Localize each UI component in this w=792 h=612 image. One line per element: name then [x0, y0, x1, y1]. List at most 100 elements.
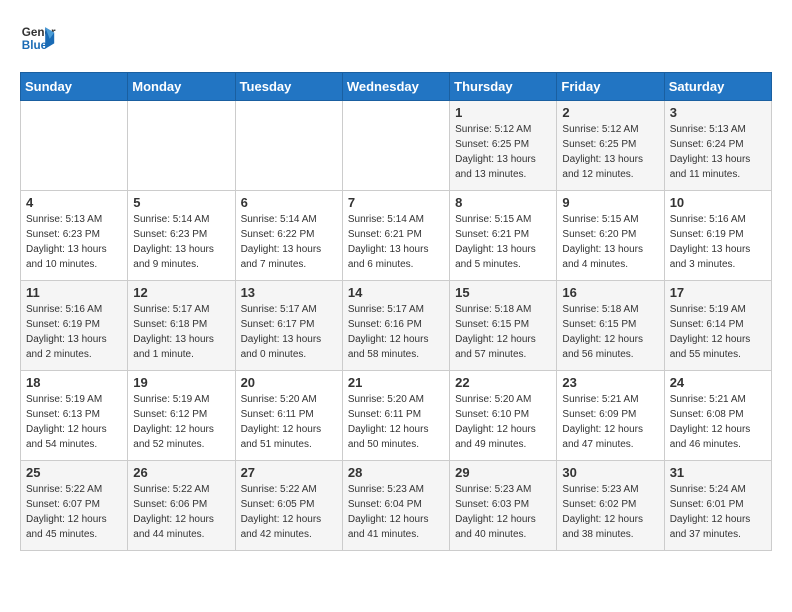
day-number: 20	[241, 375, 337, 390]
day-number: 23	[562, 375, 658, 390]
day-number: 12	[133, 285, 229, 300]
day-info: Sunrise: 5:20 AM Sunset: 6:10 PM Dayligh…	[455, 392, 551, 452]
day-number: 13	[241, 285, 337, 300]
day-number: 22	[455, 375, 551, 390]
day-info: Sunrise: 5:16 AM Sunset: 6:19 PM Dayligh…	[670, 212, 766, 272]
day-number: 17	[670, 285, 766, 300]
day-number: 4	[26, 195, 122, 210]
calendar-cell: 22 Sunrise: 5:20 AM Sunset: 6:10 PM Dayli…	[450, 371, 557, 461]
day-info: Sunrise: 5:17 AM Sunset: 6:16 PM Dayligh…	[348, 302, 444, 362]
day-info: Sunrise: 5:21 AM Sunset: 6:09 PM Dayligh…	[562, 392, 658, 452]
day-info: Sunrise: 5:19 AM Sunset: 6:12 PM Dayligh…	[133, 392, 229, 452]
day-info: Sunrise: 5:19 AM Sunset: 6:13 PM Dayligh…	[26, 392, 122, 452]
day-number: 15	[455, 285, 551, 300]
calendar-cell: 31 Sunrise: 5:24 AM Sunset: 6:01 PM Dayli…	[664, 461, 771, 551]
day-number: 25	[26, 465, 122, 480]
day-info: Sunrise: 5:20 AM Sunset: 6:11 PM Dayligh…	[348, 392, 444, 452]
calendar-cell: 9 Sunrise: 5:15 AM Sunset: 6:20 PM Daylig…	[557, 191, 664, 281]
calendar-cell: 27 Sunrise: 5:22 AM Sunset: 6:05 PM Dayli…	[235, 461, 342, 551]
calendar-cell: 4 Sunrise: 5:13 AM Sunset: 6:23 PM Daylig…	[21, 191, 128, 281]
day-info: Sunrise: 5:20 AM Sunset: 6:11 PM Dayligh…	[241, 392, 337, 452]
day-number: 2	[562, 105, 658, 120]
day-info: Sunrise: 5:16 AM Sunset: 6:19 PM Dayligh…	[26, 302, 122, 362]
calendar-week-row: 1Sunrise: 5:12 AM Sunset: 6:25 PM Daylig…	[21, 101, 772, 191]
calendar-cell: 30Sunrise: 5:23 AM Sunset: 6:02 PM Dayli…	[557, 461, 664, 551]
calendar-cell: 25 Sunrise: 5:22 AM Sunset: 6:07 PM Dayli…	[21, 461, 128, 551]
day-number: 8	[455, 195, 551, 210]
day-number: 26	[133, 465, 229, 480]
day-number: 10	[670, 195, 766, 210]
page-header: General Blue	[20, 20, 772, 56]
day-info: Sunrise: 5:22 AM Sunset: 6:05 PM Dayligh…	[241, 482, 337, 542]
calendar-cell	[235, 101, 342, 191]
day-info: Sunrise: 5:19 AM Sunset: 6:14 PM Dayligh…	[670, 302, 766, 362]
day-info: Sunrise: 5:14 AM Sunset: 6:22 PM Dayligh…	[241, 212, 337, 272]
day-info: Sunrise: 5:15 AM Sunset: 6:21 PM Dayligh…	[455, 212, 551, 272]
day-number: 27	[241, 465, 337, 480]
weekday-header-row: SundayMondayTuesdayWednesdayThursdayFrid…	[21, 73, 772, 101]
calendar-cell: 3 Sunrise: 5:13 AM Sunset: 6:24 PM Daylig…	[664, 101, 771, 191]
calendar-cell: 29 Sunrise: 5:23 AM Sunset: 6:03 PM Dayli…	[450, 461, 557, 551]
day-info: Sunrise: 5:15 AM Sunset: 6:20 PM Dayligh…	[562, 212, 658, 272]
day-info: Sunrise: 5:22 AM Sunset: 6:06 PM Dayligh…	[133, 482, 229, 542]
day-info: Sunrise: 5:12 AM Sunset: 6:25 PM Dayligh…	[562, 122, 658, 182]
calendar-cell: 28Sunrise: 5:23 AM Sunset: 6:04 PM Dayli…	[342, 461, 449, 551]
weekday-header-wednesday: Wednesday	[342, 73, 449, 101]
day-info: Sunrise: 5:17 AM Sunset: 6:18 PM Dayligh…	[133, 302, 229, 362]
day-number: 9	[562, 195, 658, 210]
day-number: 16	[562, 285, 658, 300]
calendar-week-row: 18 Sunrise: 5:19 AM Sunset: 6:13 PM Dayli…	[21, 371, 772, 461]
weekday-header-friday: Friday	[557, 73, 664, 101]
calendar-week-row: 25 Sunrise: 5:22 AM Sunset: 6:07 PM Dayli…	[21, 461, 772, 551]
calendar-cell: 12 Sunrise: 5:17 AM Sunset: 6:18 PM Dayli…	[128, 281, 235, 371]
day-info: Sunrise: 5:13 AM Sunset: 6:24 PM Dayligh…	[670, 122, 766, 182]
calendar-cell: 11 Sunrise: 5:16 AM Sunset: 6:19 PM Dayli…	[21, 281, 128, 371]
day-number: 14	[348, 285, 444, 300]
day-number: 18	[26, 375, 122, 390]
svg-text:Blue: Blue	[22, 39, 48, 52]
calendar-week-row: 4 Sunrise: 5:13 AM Sunset: 6:23 PM Daylig…	[21, 191, 772, 281]
calendar-cell: 8 Sunrise: 5:15 AM Sunset: 6:21 PM Daylig…	[450, 191, 557, 281]
weekday-header-monday: Monday	[128, 73, 235, 101]
calendar-cell: 1Sunrise: 5:12 AM Sunset: 6:25 PM Daylig…	[450, 101, 557, 191]
logo: General Blue	[20, 20, 56, 56]
calendar-table: SundayMondayTuesdayWednesdayThursdayFrid…	[20, 72, 772, 551]
day-number: 31	[670, 465, 766, 480]
day-number: 5	[133, 195, 229, 210]
weekday-header-tuesday: Tuesday	[235, 73, 342, 101]
day-info: Sunrise: 5:14 AM Sunset: 6:21 PM Dayligh…	[348, 212, 444, 272]
calendar-cell: 23 Sunrise: 5:21 AM Sunset: 6:09 PM Dayli…	[557, 371, 664, 461]
day-info: Sunrise: 5:24 AM Sunset: 6:01 PM Dayligh…	[670, 482, 766, 542]
calendar-cell: 14 Sunrise: 5:17 AM Sunset: 6:16 PM Dayli…	[342, 281, 449, 371]
day-number: 21	[348, 375, 444, 390]
calendar-cell: 24Sunrise: 5:21 AM Sunset: 6:08 PM Dayli…	[664, 371, 771, 461]
logo-icon: General Blue	[20, 20, 56, 56]
day-number: 3	[670, 105, 766, 120]
day-info: Sunrise: 5:18 AM Sunset: 6:15 PM Dayligh…	[455, 302, 551, 362]
day-number: 7	[348, 195, 444, 210]
calendar-cell: 10 Sunrise: 5:16 AM Sunset: 6:19 PM Dayli…	[664, 191, 771, 281]
day-info: Sunrise: 5:23 AM Sunset: 6:03 PM Dayligh…	[455, 482, 551, 542]
calendar-cell	[128, 101, 235, 191]
calendar-cell: 21 Sunrise: 5:20 AM Sunset: 6:11 PM Dayli…	[342, 371, 449, 461]
calendar-cell: 6 Sunrise: 5:14 AM Sunset: 6:22 PM Daylig…	[235, 191, 342, 281]
calendar-cell: 16 Sunrise: 5:18 AM Sunset: 6:15 PM Dayli…	[557, 281, 664, 371]
day-number: 11	[26, 285, 122, 300]
day-info: Sunrise: 5:13 AM Sunset: 6:23 PM Dayligh…	[26, 212, 122, 272]
calendar-cell: 17 Sunrise: 5:19 AM Sunset: 6:14 PM Dayli…	[664, 281, 771, 371]
calendar-cell	[342, 101, 449, 191]
day-number: 6	[241, 195, 337, 210]
day-info: Sunrise: 5:21 AM Sunset: 6:08 PM Dayligh…	[670, 392, 766, 452]
day-number: 29	[455, 465, 551, 480]
calendar-cell: 15 Sunrise: 5:18 AM Sunset: 6:15 PM Dayli…	[450, 281, 557, 371]
day-info: Sunrise: 5:17 AM Sunset: 6:17 PM Dayligh…	[241, 302, 337, 362]
day-info: Sunrise: 5:22 AM Sunset: 6:07 PM Dayligh…	[26, 482, 122, 542]
calendar-cell: 13 Sunrise: 5:17 AM Sunset: 6:17 PM Dayli…	[235, 281, 342, 371]
calendar-cell: 5Sunrise: 5:14 AM Sunset: 6:23 PM Daylig…	[128, 191, 235, 281]
weekday-header-sunday: Sunday	[21, 73, 128, 101]
day-info: Sunrise: 5:18 AM Sunset: 6:15 PM Dayligh…	[562, 302, 658, 362]
calendar-cell: 2 Sunrise: 5:12 AM Sunset: 6:25 PM Daylig…	[557, 101, 664, 191]
calendar-week-row: 11 Sunrise: 5:16 AM Sunset: 6:19 PM Dayli…	[21, 281, 772, 371]
day-info: Sunrise: 5:23 AM Sunset: 6:04 PM Dayligh…	[348, 482, 444, 542]
calendar-cell: 20 Sunrise: 5:20 AM Sunset: 6:11 PM Dayli…	[235, 371, 342, 461]
